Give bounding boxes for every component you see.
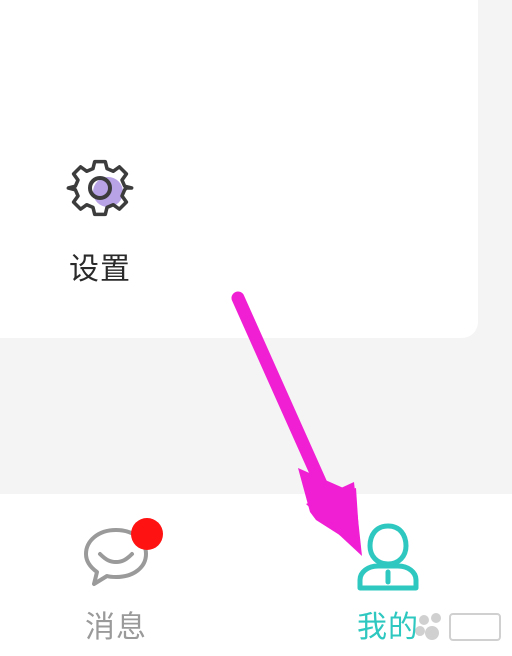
settings-menu-item[interactable]: 设置 bbox=[50, 148, 150, 288]
watermark-logo bbox=[415, 613, 501, 641]
tab-messages-label: 消息 bbox=[85, 610, 147, 645]
profile-menu-card: 设置 bbox=[0, 0, 478, 338]
unread-badge bbox=[131, 518, 163, 550]
app-screen: 设置 消息 我的 bbox=[0, 0, 512, 656]
gear-icon bbox=[66, 159, 134, 217]
tab-messages[interactable]: 消息 bbox=[46, 494, 186, 656]
settings-label: 设置 bbox=[69, 252, 131, 287]
user-icon bbox=[357, 523, 419, 591]
